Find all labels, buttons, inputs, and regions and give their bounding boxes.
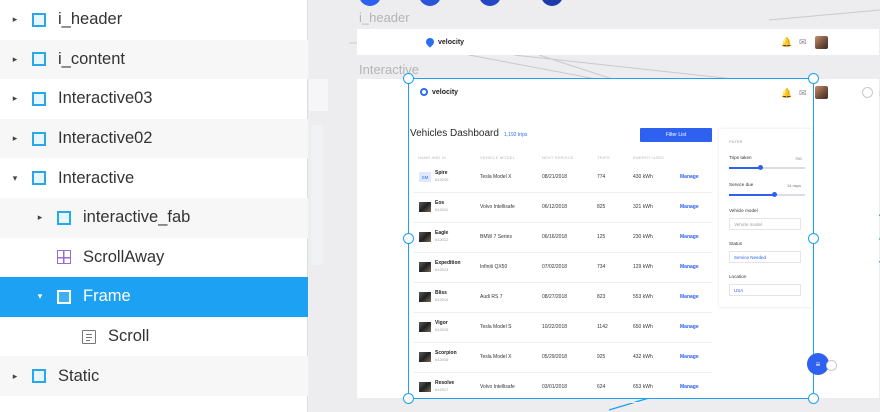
resize-handle-top-left[interactable] bbox=[403, 73, 414, 84]
velocity-logo-icon bbox=[424, 36, 436, 48]
layer-row-interactive-fab[interactable]: ▸ interactive_fab bbox=[0, 198, 308, 238]
layers-panel: ▸ i_header ▸ i_content ▸ Interactive03 ▸ Intera… bbox=[0, 0, 308, 412]
chevron-right-icon[interactable]: ▸ bbox=[8, 13, 22, 27]
layer-row-frame[interactable]: ▾ Frame bbox=[0, 277, 308, 317]
scroll-icon bbox=[82, 329, 96, 344]
chevron-right-icon[interactable]: ▸ bbox=[8, 369, 22, 383]
brand-name: velocity bbox=[438, 38, 465, 46]
resize-handle-bottom-left[interactable] bbox=[403, 393, 414, 404]
frame-label-i-header[interactable]: i_header bbox=[359, 10, 410, 25]
frame-icon bbox=[32, 52, 46, 67]
mail-icon[interactable]: ✉ bbox=[799, 37, 807, 48]
frame-icon bbox=[32, 91, 46, 106]
layer-row-i-content[interactable]: ▸ i_content bbox=[0, 39, 308, 80]
layer-label: interactive_fab bbox=[83, 208, 191, 227]
canvas-node bbox=[862, 87, 873, 98]
no-disclosure bbox=[58, 330, 72, 344]
resize-handle-top-right[interactable] bbox=[808, 73, 819, 84]
chevron-down-icon[interactable]: ▾ bbox=[33, 290, 47, 304]
layer-label: Interactive03 bbox=[58, 89, 153, 108]
scrollaway-icon bbox=[57, 250, 71, 265]
canvas-node bbox=[826, 360, 837, 371]
layer-row-scroll[interactable]: Scroll bbox=[0, 317, 308, 357]
chevron-right-icon[interactable]: ▸ bbox=[33, 211, 47, 225]
no-disclosure bbox=[33, 250, 47, 264]
resize-handle-right[interactable] bbox=[808, 233, 819, 244]
chevron-down-icon[interactable]: ▾ bbox=[8, 171, 22, 185]
chevron-right-icon[interactable]: ▸ bbox=[8, 92, 22, 106]
menu-icon: ≡ bbox=[815, 359, 821, 369]
bell-icon[interactable]: 🔔 bbox=[781, 37, 792, 48]
avatar[interactable] bbox=[815, 86, 828, 99]
selection-box[interactable] bbox=[408, 78, 814, 399]
layer-label: i_content bbox=[58, 49, 125, 68]
layer-row-static[interactable]: ▸ Static bbox=[0, 356, 308, 396]
frame-icon bbox=[57, 289, 71, 304]
frame-icon bbox=[32, 12, 46, 27]
brand-logo: velocity bbox=[424, 36, 465, 48]
frame-icon bbox=[57, 210, 71, 225]
layer-label: Frame bbox=[83, 287, 131, 306]
layer-row-scrollaway[interactable]: ScrollAway bbox=[0, 238, 308, 278]
layer-label: Interactive bbox=[58, 168, 135, 187]
avatar[interactable] bbox=[815, 36, 828, 49]
frame-icon bbox=[32, 369, 46, 384]
chevron-right-icon[interactable]: ▸ bbox=[8, 52, 22, 66]
layer-label: ScrollAway bbox=[83, 247, 165, 266]
layer-row-interactive02[interactable]: ▸ Interactive02 bbox=[0, 118, 308, 159]
layer-row-interactive03[interactable]: ▸ Interactive03 bbox=[0, 79, 308, 119]
layer-label: i_header bbox=[58, 10, 123, 29]
chevron-right-icon[interactable]: ▸ bbox=[8, 132, 22, 146]
frame-icon bbox=[32, 131, 46, 146]
layer-row-i-header[interactable]: ▸ i_header bbox=[0, 0, 308, 40]
layer-label: Scroll bbox=[108, 327, 150, 346]
partial-frame bbox=[309, 79, 328, 111]
layer-label: Static bbox=[58, 366, 100, 385]
layer-row-interactive[interactable]: ▾ Interactive bbox=[0, 158, 308, 198]
resize-handle-left[interactable] bbox=[403, 233, 414, 244]
resize-handle-bottom-right[interactable] bbox=[808, 393, 819, 404]
layer-label: Interactive02 bbox=[58, 129, 153, 148]
partial-sidebar bbox=[311, 125, 323, 265]
frame-icon bbox=[32, 171, 46, 186]
